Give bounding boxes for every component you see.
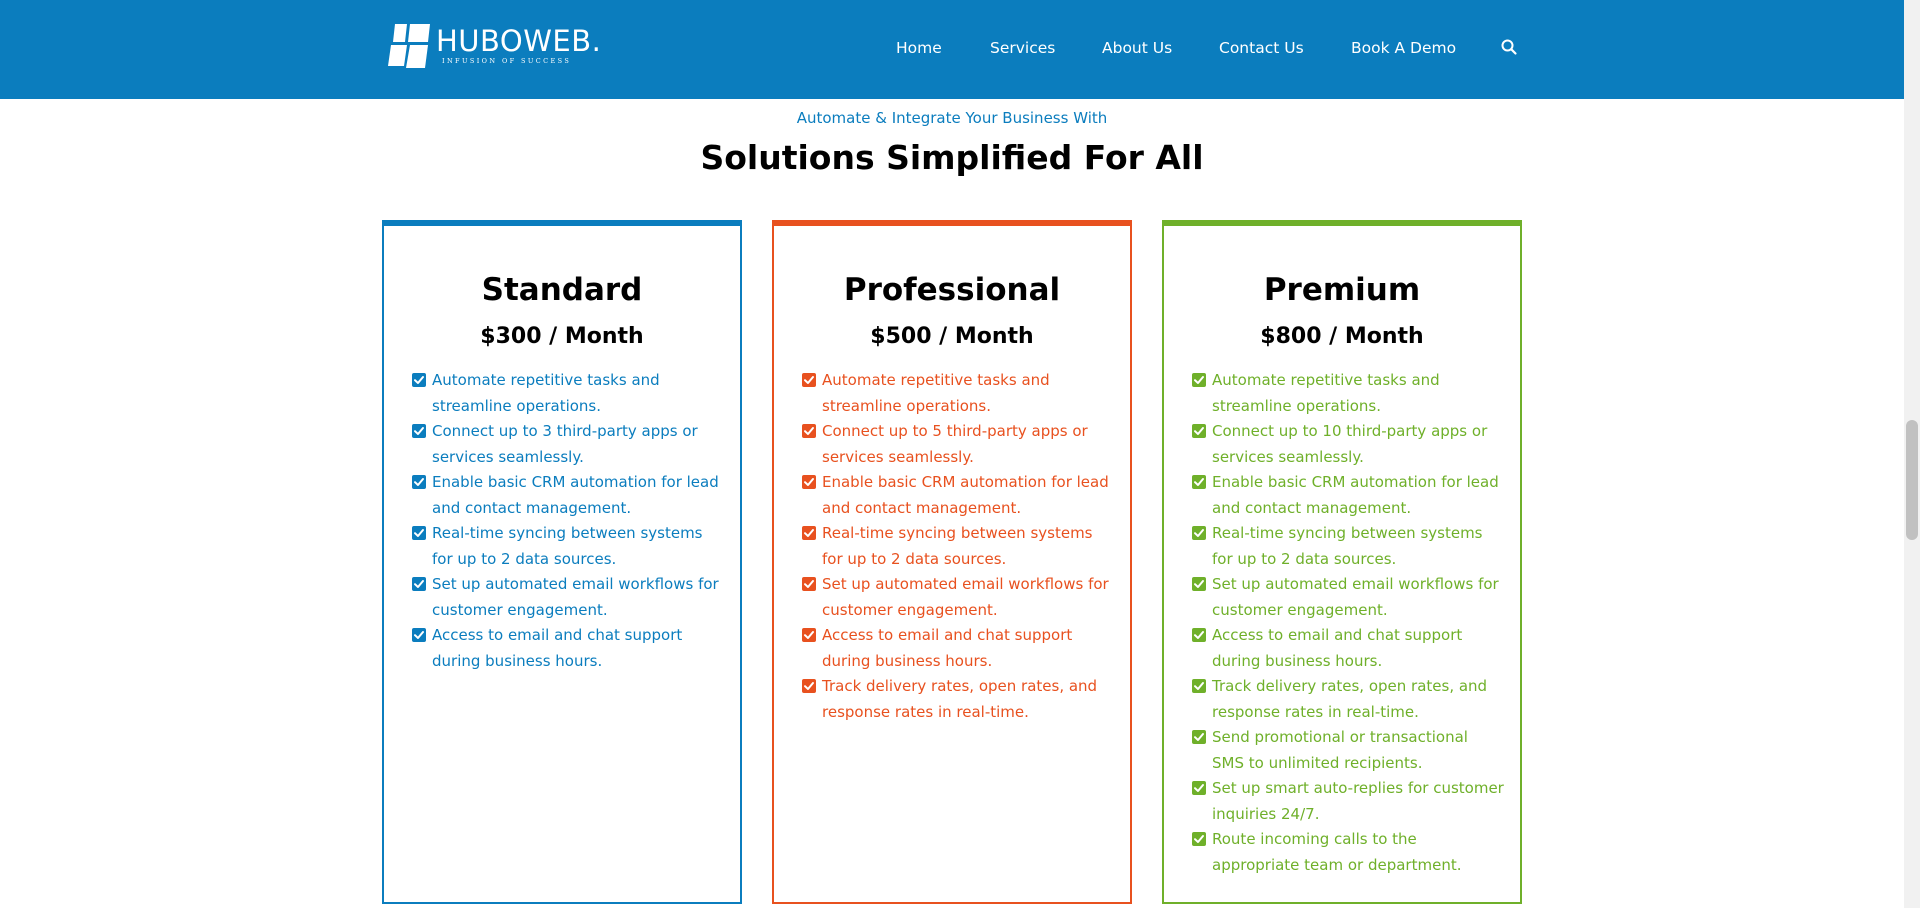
checkbox-check-icon [802, 373, 816, 387]
plan-title: Standard [481, 272, 643, 308]
logo-wordmark: HUBOWEB. [436, 24, 602, 58]
feature-text: Access to email and chat support during … [822, 626, 1073, 670]
checkbox-check-icon [802, 679, 816, 693]
feature-item: Automate repetitive tasks and streamline… [412, 368, 724, 419]
feature-text: Set up automated email workflows for cus… [432, 575, 719, 619]
nav-home[interactable]: Home [896, 37, 942, 59]
plan-price: $500 / Month [870, 324, 1034, 349]
feature-text: Enable basic CRM automation for lead and… [432, 473, 719, 517]
feature-text: Set up automated email workflows for cus… [1212, 575, 1499, 619]
feature-text: Automate repetitive tasks and streamline… [1212, 371, 1440, 415]
feature-text: Connect up to 5 third-party apps or serv… [822, 422, 1088, 466]
feature-item: Access to email and chat support during … [802, 623, 1114, 674]
feature-text: Automate repetitive tasks and streamline… [432, 371, 660, 415]
feature-text: Real-time syncing between systems for up… [1212, 524, 1483, 568]
feature-item: Route incoming calls to the appropriate … [1192, 827, 1504, 878]
logo-text: HUBOWEB. INFUSION OF SUCCESS [436, 24, 601, 65]
site-header: HUBOWEB. INFUSION OF SUCCESS Home Servic… [0, 0, 1904, 99]
checkbox-check-icon [802, 475, 816, 489]
pricing-card-standard: Standard $300 / Month Automate repetitive … [382, 220, 742, 904]
checkbox-check-icon [412, 526, 426, 540]
feature-text: Connect up to 10 third-party apps or ser… [1212, 422, 1488, 466]
checkbox-check-icon [1192, 832, 1206, 846]
feature-text: Track delivery rates, open rates, and re… [1212, 677, 1488, 721]
feature-item: Access to email and chat support during … [1192, 623, 1504, 674]
feature-item: Enable basic CRM automation for lead and… [1192, 470, 1504, 521]
plan-price: $800 / Month [1260, 324, 1424, 349]
checkbox-check-icon [1192, 577, 1206, 591]
feature-item: Real-time syncing between systems for up… [412, 521, 724, 572]
feature-text: Real-time syncing between systems for up… [432, 524, 703, 568]
feature-item: Automate repetitive tasks and streamline… [802, 368, 1114, 419]
feature-text: Automate repetitive tasks and streamline… [822, 371, 1050, 415]
feature-item: Access to email and chat support during … [412, 623, 724, 674]
scrollbar-thumb[interactable] [1906, 420, 1918, 540]
checkbox-check-icon [412, 373, 426, 387]
plan-price: $300 / Month [480, 324, 644, 349]
checkbox-check-icon [412, 628, 426, 642]
logo[interactable]: HUBOWEB. INFUSION OF SUCCESS [386, 24, 601, 72]
feature-item: Connect up to 3 third-party apps or serv… [412, 419, 724, 470]
feature-item: Connect up to 5 third-party apps or serv… [802, 419, 1114, 470]
section-headline: Solutions Simplified For All [700, 138, 1204, 177]
logo-mark-icon [386, 24, 430, 72]
nav-about-us[interactable]: About Us [1102, 37, 1172, 59]
checkbox-check-icon [802, 628, 816, 642]
feature-item: Connect up to 10 third-party apps or ser… [1192, 419, 1504, 470]
checkbox-check-icon [1192, 730, 1206, 744]
feature-item: Set up smart auto-replies for customer i… [1192, 776, 1504, 827]
feature-text: Enable basic CRM automation for lead and… [1212, 473, 1499, 517]
feature-item: Track delivery rates, open rates, and re… [802, 674, 1114, 725]
feature-item: Enable basic CRM automation for lead and… [802, 470, 1114, 521]
checkbox-check-icon [412, 475, 426, 489]
checkbox-check-icon [802, 526, 816, 540]
feature-text: Set up automated email workflows for cus… [822, 575, 1109, 619]
nav-services[interactable]: Services [990, 37, 1055, 59]
feature-list: Automate repetitive tasks and streamline… [1192, 368, 1504, 878]
feature-list: Automate repetitive tasks and streamline… [802, 368, 1114, 725]
pricing-card-premium: Premium $800 / Month Automate repetitive t… [1162, 220, 1522, 904]
section-subtitle: Automate & Integrate Your Business With [796, 109, 1108, 127]
feature-item: Track delivery rates, open rates, and re… [1192, 674, 1504, 725]
checkbox-check-icon [1192, 475, 1206, 489]
feature-item: Set up automated email workflows for cus… [802, 572, 1114, 623]
checkbox-check-icon [412, 424, 426, 438]
feature-text: Route incoming calls to the appropriate … [1212, 830, 1462, 874]
checkbox-check-icon [1192, 679, 1206, 693]
checkbox-check-icon [1192, 781, 1206, 795]
feature-item: Real-time syncing between systems for up… [1192, 521, 1504, 572]
checkbox-check-icon [1192, 424, 1206, 438]
feature-text: Set up smart auto-replies for customer i… [1212, 779, 1504, 823]
checkbox-check-icon [802, 577, 816, 591]
feature-item: Automate repetitive tasks and streamline… [1192, 368, 1504, 419]
feature-text: Send promotional or transactional SMS to… [1212, 728, 1468, 772]
feature-text: Enable basic CRM automation for lead and… [822, 473, 1109, 517]
feature-text: Real-time syncing between systems for up… [822, 524, 1093, 568]
checkbox-check-icon [412, 577, 426, 591]
feature-text: Connect up to 3 third-party apps or serv… [432, 422, 698, 466]
feature-item: Set up automated email workflows for cus… [412, 572, 724, 623]
checkbox-check-icon [1192, 526, 1206, 540]
nav-book-a-demo[interactable]: Book A Demo [1351, 37, 1456, 59]
feature-list: Automate repetitive tasks and streamline… [412, 368, 724, 674]
checkbox-check-icon [802, 424, 816, 438]
feature-item: Set up automated email workflows for cus… [1192, 572, 1504, 623]
nav-contact-us[interactable]: Contact Us [1219, 37, 1304, 59]
checkbox-check-icon [1192, 373, 1206, 387]
search-icon[interactable] [1500, 38, 1518, 56]
feature-text: Track delivery rates, open rates, and re… [822, 677, 1098, 721]
feature-text: Access to email and chat support during … [1212, 626, 1463, 670]
feature-text: Access to email and chat support during … [432, 626, 683, 670]
plan-title: Professional [843, 272, 1061, 308]
feature-item: Real-time syncing between systems for up… [802, 521, 1114, 572]
plan-title: Premium [1263, 272, 1421, 308]
feature-item: Enable basic CRM automation for lead and… [412, 470, 724, 521]
feature-item: Send promotional or transactional SMS to… [1192, 725, 1504, 776]
logo-tagline: INFUSION OF SUCCESS [442, 57, 572, 65]
pricing-card-professional: Professional $500 / Month Automate repetit… [772, 220, 1132, 904]
checkbox-check-icon [1192, 628, 1206, 642]
